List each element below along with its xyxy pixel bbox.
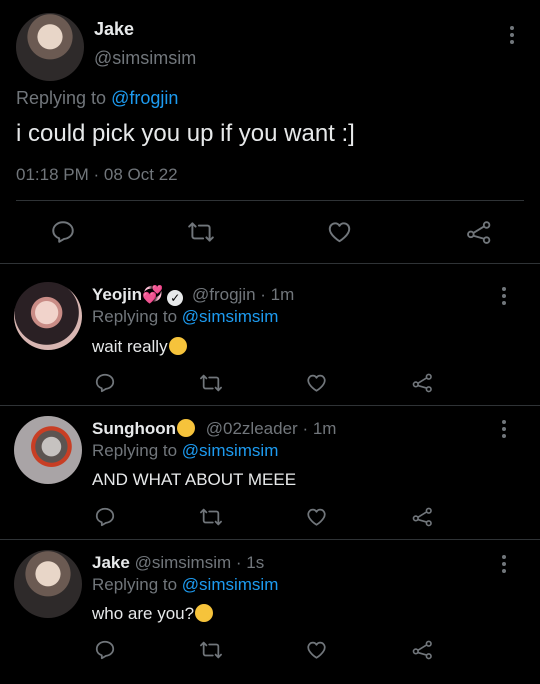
reply-time: · 1m [260, 285, 295, 304]
avatar[interactable] [14, 550, 82, 618]
share-icon[interactable] [411, 505, 434, 528]
replying-to-label: Replying to [16, 88, 107, 108]
author-name[interactable]: Sunghoon [92, 419, 176, 438]
reply-text: wait really [92, 337, 168, 356]
retweet-icon[interactable] [199, 506, 223, 528]
reply-text: AND WHAT ABOUT MEEE [92, 470, 297, 489]
avatar[interactable] [14, 416, 82, 484]
share-icon[interactable] [411, 371, 434, 394]
timestamp-time: 01:18 PM [16, 165, 89, 184]
retweet-icon[interactable] [187, 219, 215, 245]
replying-to-handle[interactable]: @simsimsim [182, 575, 279, 594]
replying-to-label: Replying to [92, 575, 178, 594]
reply-text: who are you? [92, 604, 195, 623]
timestamp: 01:18 PM · 08 Oct 22 [16, 165, 178, 185]
author-name[interactable]: Jake [94, 19, 134, 40]
divider [0, 263, 540, 264]
reply-icon[interactable] [94, 506, 116, 528]
author-handle[interactable]: @frogjin [192, 285, 256, 304]
replying-to-handle[interactable]: @simsimsim [182, 307, 279, 326]
reply-time: · 1m [302, 419, 337, 438]
share-icon[interactable] [411, 638, 434, 661]
replying-to-handle[interactable]: @frogjin [111, 88, 178, 108]
replying-to: Replying to @simsimsim [92, 441, 278, 461]
more-options-icon[interactable] [502, 287, 506, 305]
like-icon[interactable] [326, 219, 353, 245]
tweet-text: i could pick you up if you want :] [16, 120, 355, 147]
share-icon[interactable] [465, 218, 493, 246]
reply-header: Yeojin💞 ✓ @frogjin · 1m [92, 285, 294, 306]
divider [0, 405, 540, 406]
timestamp-date: 08 Oct 22 [103, 165, 178, 184]
divider [16, 200, 524, 201]
reply-icon[interactable] [50, 219, 76, 245]
reply-text-row: who are you? [92, 604, 214, 624]
reply-text-row: AND WHAT ABOUT MEEE [92, 470, 296, 490]
reply-icon[interactable] [94, 372, 116, 394]
like-icon[interactable] [305, 506, 328, 528]
replying-to-label: Replying to [92, 441, 178, 460]
more-options-icon[interactable] [502, 420, 506, 438]
divider [0, 539, 540, 540]
avatar[interactable] [16, 13, 84, 81]
like-icon[interactable] [305, 639, 328, 661]
retweet-icon[interactable] [199, 639, 223, 661]
avatar[interactable] [14, 282, 82, 350]
author-name[interactable]: Yeojin [92, 285, 142, 304]
replying-to-handle[interactable]: @simsimsim [182, 441, 279, 460]
timestamp-separator: · [93, 165, 100, 184]
author-handle[interactable]: @simsimsim [94, 48, 196, 69]
sunglasses-face-icon [177, 419, 196, 437]
verified-badge-icon: ✓ [167, 290, 184, 306]
reply-header: Sunghoon @02zleader · 1m [92, 419, 336, 439]
flushed-face-icon [168, 337, 187, 355]
like-icon[interactable] [305, 372, 328, 394]
retweet-icon[interactable] [199, 372, 223, 394]
face-with-rolling-eyes-icon [195, 604, 214, 622]
reply-header: Jake @simsimsim · 1s [92, 553, 264, 573]
author-name[interactable]: Jake [92, 553, 130, 572]
more-options-icon[interactable] [510, 26, 514, 44]
more-options-icon[interactable] [502, 555, 506, 573]
reply-icon[interactable] [94, 639, 116, 661]
replying-to: Replying to @simsimsim [92, 575, 278, 595]
author-handle[interactable]: @02zleader [206, 419, 298, 438]
hearts-emoji-icon: 💞 [142, 285, 164, 304]
reply-time: · 1s [235, 553, 265, 572]
replying-to: Replying to @frogjin [16, 88, 178, 109]
replying-to-label: Replying to [92, 307, 178, 326]
replying-to: Replying to @simsimsim [92, 307, 278, 327]
reply-text-row: wait really [92, 337, 187, 357]
author-handle[interactable]: @simsimsim [135, 553, 232, 572]
